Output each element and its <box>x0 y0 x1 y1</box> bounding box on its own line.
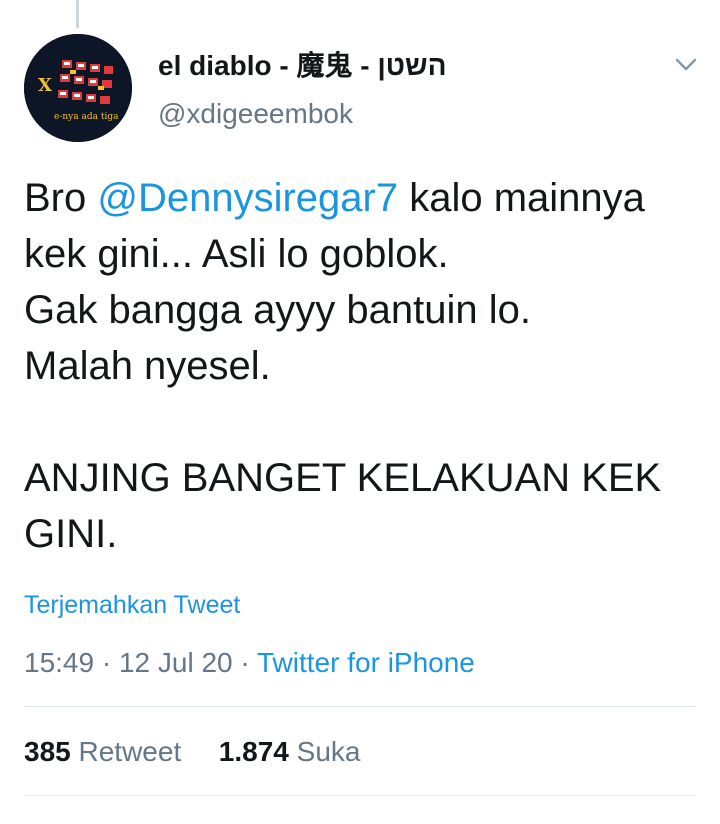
translate-tweet-link[interactable]: Terjemahkan Tweet <box>24 588 240 622</box>
user-handle[interactable]: @xdigeeembok <box>158 94 353 134</box>
tweet-metadata: 15:49 · 12 Jul 20 · Twitter for iPhone <box>24 644 475 682</box>
mention-link[interactable]: @Dennysiregar7 <box>97 176 398 220</box>
more-options-button[interactable] <box>666 50 706 80</box>
chevron-down-icon <box>675 58 697 71</box>
avatar[interactable]: X e-nya ada tiga <box>24 34 132 142</box>
avatar-letter: X <box>38 75 52 96</box>
engagement-stats: 385 Retweet 1.874 Suka <box>24 732 360 772</box>
tweet-text-prefix: Bro <box>24 176 98 220</box>
tweet-source-link[interactable]: Twitter for iPhone <box>257 647 475 678</box>
tweet-text-body: kalo mainnya kek gini... Asli lo goblok.… <box>24 176 662 556</box>
like-label: Suka <box>296 736 361 767</box>
divider <box>24 795 696 796</box>
meta-separator: · <box>94 647 119 678</box>
avatar-caption: e-nya ada tiga <box>54 112 119 122</box>
retweet-count: 385 <box>24 736 71 767</box>
tweet-date: 12 Jul 20 <box>118 647 233 678</box>
meta-separator: · <box>232 647 257 678</box>
like-stat[interactable]: 1.874 Suka <box>219 736 361 767</box>
display-name[interactable]: el diablo - 魔鬼 - השטן <box>158 46 447 86</box>
retweet-stat[interactable]: 385 Retweet <box>24 736 181 767</box>
thread-connector-line <box>76 0 79 28</box>
tweet-time: 15:49 <box>24 647 95 678</box>
like-count: 1.874 <box>218 736 289 767</box>
tweet-text: Bro @Dennysiregar7 kalo mainnya kek gini… <box>24 170 714 562</box>
avatar-logo-image: X e-nya ada tiga <box>24 34 132 142</box>
divider <box>24 706 696 707</box>
retweet-label: Retweet <box>78 736 182 767</box>
